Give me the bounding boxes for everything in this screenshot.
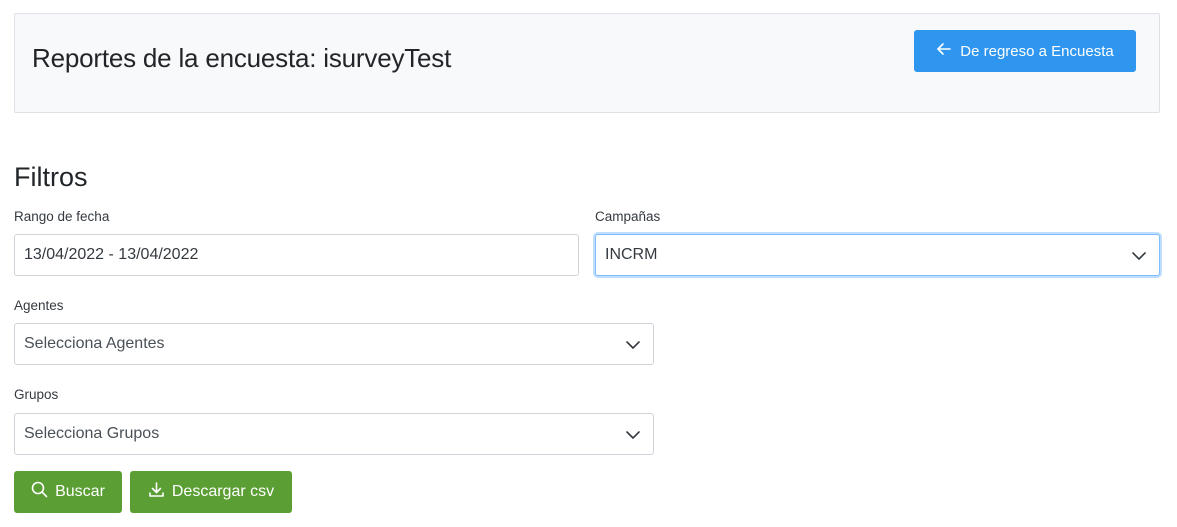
- download-button-label: Descargar csv: [171, 483, 275, 500]
- chevron-down-icon: [625, 427, 641, 443]
- search-button[interactable]: Buscar: [14, 471, 122, 513]
- download-csv-button[interactable]: Descargar csv: [130, 471, 292, 513]
- filters-title: Filtros: [14, 162, 88, 192]
- report-header-card: Reportes de la encuesta: isurveyTest De …: [14, 13, 1160, 113]
- groups-placeholder: Selecciona Grupos: [24, 425, 160, 442]
- date-range-input[interactable]: 13/04/2022 - 13/04/2022: [14, 234, 579, 276]
- back-to-survey-button[interactable]: De regreso a Encuesta: [914, 30, 1136, 72]
- campaigns-selected-value: INCRM: [605, 246, 658, 263]
- campaigns-select[interactable]: INCRM: [595, 234, 1160, 276]
- agents-label: Agentes: [14, 298, 64, 313]
- chevron-down-icon: [1131, 248, 1147, 264]
- groups-select[interactable]: Selecciona Grupos: [14, 413, 654, 455]
- groups-label: Grupos: [14, 387, 59, 402]
- search-icon: [31, 481, 48, 503]
- campaigns-label: Campañas: [595, 209, 661, 224]
- agents-select[interactable]: Selecciona Agentes: [14, 323, 654, 365]
- download-icon: [148, 481, 165, 503]
- arrow-left-icon: [936, 41, 952, 61]
- date-range-value: 13/04/2022 - 13/04/2022: [24, 246, 199, 263]
- search-button-label: Buscar: [55, 483, 105, 500]
- agents-placeholder: Selecciona Agentes: [24, 335, 165, 352]
- date-range-label: Rango de fecha: [14, 209, 110, 224]
- page-title: Reportes de la encuesta: isurveyTest: [32, 43, 452, 73]
- back-button-label: De regreso a Encuesta: [960, 42, 1114, 60]
- chevron-down-icon: [625, 337, 641, 353]
